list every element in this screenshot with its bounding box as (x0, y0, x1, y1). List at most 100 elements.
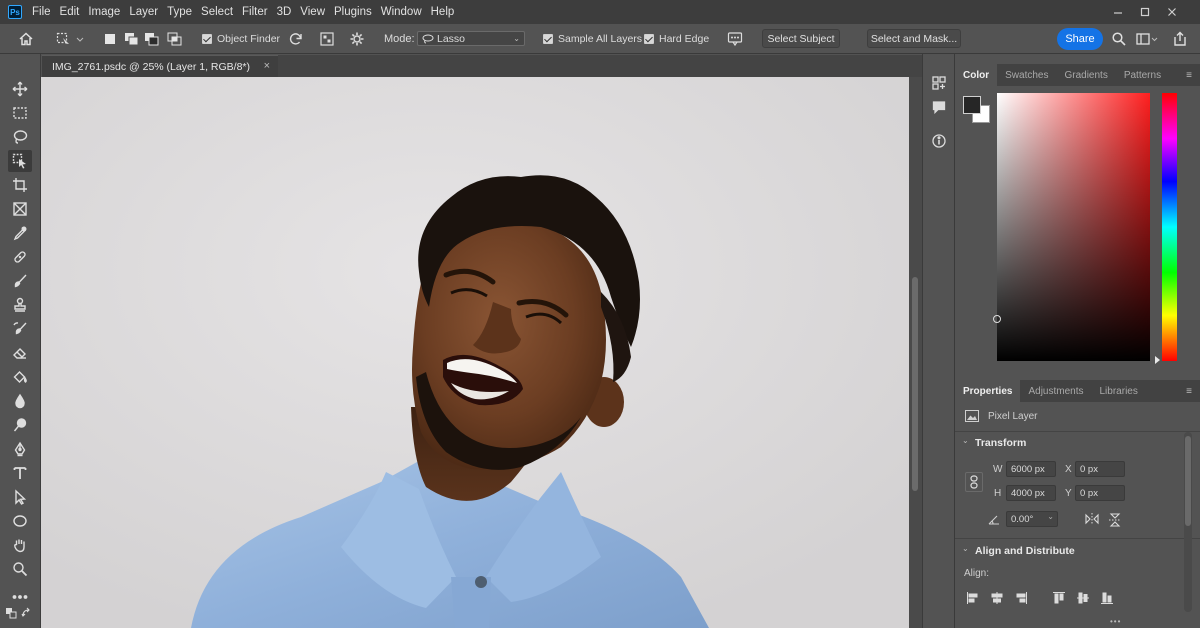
menu-select[interactable]: Select (197, 6, 237, 18)
height-field[interactable]: 4000 px (1006, 485, 1056, 501)
search-icon[interactable] (1112, 24, 1126, 54)
chevron-down-icon[interactable]: ⌄ (962, 436, 969, 445)
width-field[interactable]: 6000 px (1006, 461, 1056, 477)
object-finder-option[interactable]: Object Finder (202, 24, 280, 54)
hard-edge-option[interactable]: Hard Edge (644, 24, 709, 54)
flip-horizontal-icon[interactable] (1084, 512, 1100, 529)
tab-gradients[interactable]: Gradients (1056, 64, 1115, 86)
menu-plugins[interactable]: Plugins (330, 6, 376, 18)
scrollbar-thumb[interactable] (912, 277, 918, 491)
link-icon[interactable] (965, 472, 983, 492)
menu-window[interactable]: Window (377, 6, 426, 18)
swap-colors-icon[interactable] (20, 606, 34, 620)
menu-layer[interactable]: Layer (125, 6, 162, 18)
minimize-icon[interactable] (1104, 0, 1132, 24)
type-icon[interactable] (8, 462, 32, 484)
hue-slider-handle[interactable] (1155, 356, 1160, 364)
tab-patterns[interactable]: Patterns (1116, 64, 1169, 86)
move-icon[interactable] (8, 78, 32, 100)
y-position-field[interactable]: 0 px (1075, 485, 1125, 501)
new-selection-icon[interactable] (104, 24, 116, 54)
transform-heading[interactable]: Transform (975, 437, 1026, 449)
saturation-brightness-field[interactable] (997, 93, 1150, 361)
tab-properties[interactable]: Properties (955, 380, 1021, 402)
tab-swatches[interactable]: Swatches (997, 64, 1056, 86)
object-finder-checkbox[interactable] (202, 34, 212, 44)
blur-icon[interactable] (8, 390, 32, 412)
zoom-icon[interactable] (8, 558, 32, 580)
select-subject-options-icon[interactable] (727, 24, 743, 54)
subtract-from-selection-icon[interactable] (144, 24, 160, 54)
tab-adjustments[interactable]: Adjustments (1020, 380, 1091, 402)
close-icon[interactable] (1158, 0, 1186, 24)
canvas-area[interactable] (41, 77, 909, 628)
select-subject-button[interactable]: Select Subject (762, 29, 840, 48)
hard-edge-checkbox[interactable] (644, 34, 654, 44)
marquee-icon[interactable] (8, 102, 32, 124)
eraser-icon[interactable] (8, 342, 32, 364)
maximize-icon[interactable] (1131, 0, 1159, 24)
menu-filter[interactable]: Filter (238, 6, 272, 18)
photo-canvas[interactable] (41, 77, 909, 628)
dodge-icon[interactable] (8, 414, 32, 436)
tool-preset-picker[interactable] (56, 24, 84, 54)
object-selection-icon[interactable] (8, 150, 32, 172)
crop-icon[interactable] (8, 174, 32, 196)
align-vertical-center-icon[interactable] (1075, 590, 1091, 606)
chevron-down-icon[interactable]: ⌄ (962, 544, 969, 553)
more-tools-icon[interactable] (8, 586, 32, 608)
align-horizontal-center-icon[interactable] (989, 590, 1005, 606)
color-picker-ring[interactable] (993, 315, 1001, 323)
tab-libraries[interactable]: Libraries (1092, 380, 1146, 402)
pen-icon[interactable] (8, 438, 32, 460)
intersect-selection-icon[interactable] (167, 24, 183, 54)
share-export-icon[interactable] (1173, 24, 1187, 54)
menu-image[interactable]: Image (84, 6, 124, 18)
sample-all-layers-checkbox[interactable] (543, 34, 553, 44)
align-bottom-icon[interactable] (1099, 590, 1115, 606)
properties-panel-menu-icon[interactable]: ≡ (1186, 386, 1192, 397)
sample-all-layers-option[interactable]: Sample All Layers (543, 24, 642, 54)
document-tab[interactable]: IMG_2761.psdc @ 25% (Layer 1, RGB/8*) × (42, 55, 278, 77)
menu-edit[interactable]: Edit (56, 6, 84, 18)
select-and-mask-button[interactable]: Select and Mask... (867, 29, 961, 48)
menu-file[interactable]: File (28, 6, 55, 18)
tab-color[interactable]: Color (955, 64, 998, 86)
align-top-icon[interactable] (1051, 590, 1067, 606)
menu-3d[interactable]: 3D (273, 6, 296, 18)
hue-slider[interactable] (1162, 93, 1177, 361)
paint-bucket-icon[interactable] (8, 366, 32, 388)
align-left-icon[interactable] (965, 590, 981, 606)
angle-field[interactable]: 0.00° ⌄ (1006, 511, 1058, 527)
ellipse-icon[interactable] (8, 510, 32, 532)
history-brush-icon[interactable] (8, 318, 32, 340)
foreground-color-swatch-top[interactable] (963, 96, 981, 114)
default-colors-icon[interactable] (4, 606, 18, 620)
canvas-vertical-scrollbar[interactable] (909, 77, 922, 628)
gear-icon[interactable] (350, 24, 364, 54)
share-button[interactable]: Share (1057, 28, 1103, 50)
properties-scrollbar-thumb[interactable] (1185, 436, 1191, 526)
workspace-icon[interactable] (1136, 24, 1158, 54)
flip-vertical-icon[interactable] (1108, 512, 1122, 531)
x-position-field[interactable]: 0 px (1075, 461, 1125, 477)
align-right-icon[interactable] (1013, 590, 1029, 606)
color-panel-menu-icon[interactable]: ≡ (1186, 70, 1192, 81)
clone-stamp-icon[interactable] (8, 294, 32, 316)
path-selection-icon[interactable] (8, 486, 32, 508)
more-options-icon[interactable]: ••• (1110, 617, 1121, 626)
home-icon[interactable] (18, 24, 34, 54)
history-panel-icon[interactable] (928, 72, 950, 94)
comments-panel-icon[interactable] (928, 96, 950, 118)
menu-type[interactable]: Type (163, 6, 196, 18)
eyedropper-icon[interactable] (8, 222, 32, 244)
refresh-icon[interactable] (289, 24, 303, 54)
frame-icon[interactable] (8, 198, 32, 220)
properties-scrollbar[interactable] (1184, 432, 1192, 612)
align-distribute-heading[interactable]: Align and Distribute (975, 545, 1075, 557)
close-tab-icon[interactable]: × (264, 60, 270, 72)
show-all-objects-icon[interactable] (320, 24, 334, 54)
info-panel-icon[interactable] (928, 130, 950, 152)
healing-brush-icon[interactable] (8, 246, 32, 268)
hand-icon[interactable] (8, 534, 32, 556)
